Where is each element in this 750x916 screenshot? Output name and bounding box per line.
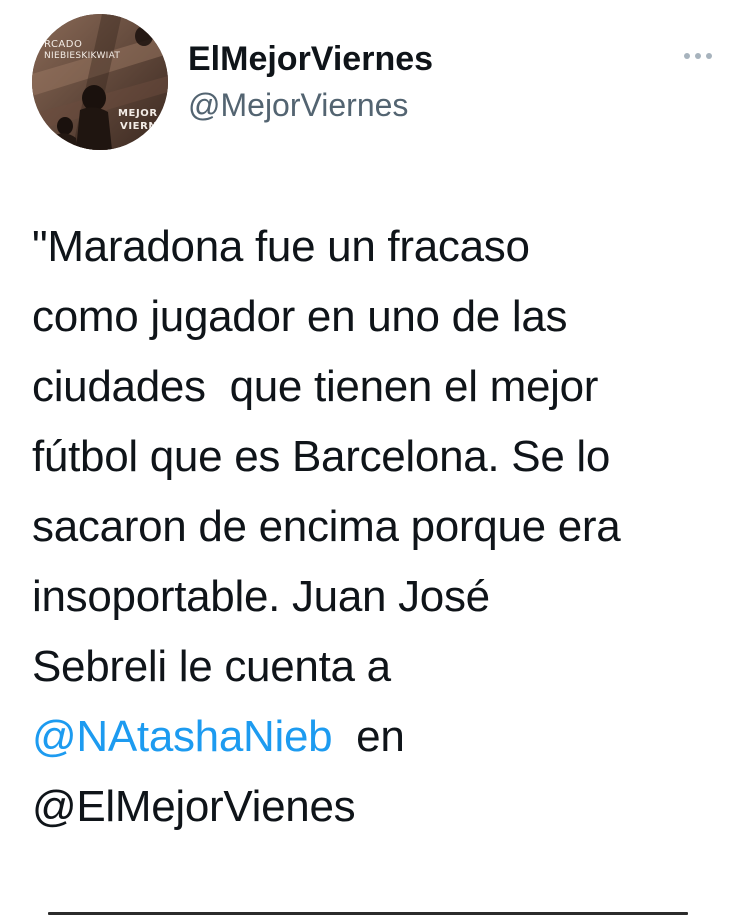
tweet-text-line: como jugador en uno de las bbox=[32, 292, 568, 341]
user-handle[interactable]: @MejorViernes bbox=[188, 84, 408, 126]
avatar-text-viern: VIERN bbox=[120, 121, 158, 132]
tweet-text-line: "Maradona fue un fracaso bbox=[32, 222, 530, 271]
avatar-text-mejor: MEJOR bbox=[118, 108, 158, 119]
avatar-text-subtitle: NIEBIESKIKWIAT bbox=[44, 51, 121, 61]
tweet-text-line: Sebreli le cuenta a bbox=[32, 642, 391, 691]
avatar[interactable]: RCADO NIEBIESKIKWIAT MEJOR VIERN bbox=[32, 14, 168, 150]
tweet-text-line: insoportable. Juan José bbox=[32, 572, 490, 621]
tweet-text-line: sacaron de encima porque era bbox=[32, 502, 621, 551]
tweet-text-line: @ElMejorVienes bbox=[32, 782, 356, 831]
tweet-text-line: fútbol que es Barcelona. Se lo bbox=[32, 432, 611, 481]
tweet-text: "Maradona fue un fracaso como jugador en… bbox=[32, 212, 732, 842]
display-name[interactable]: ElMejorViernes bbox=[188, 38, 433, 80]
more-horizontal-icon bbox=[684, 53, 690, 59]
divider bbox=[48, 912, 688, 915]
tweet: RCADO NIEBIESKIKWIAT MEJOR VIERN ElMejor… bbox=[0, 0, 750, 916]
more-options-button[interactable] bbox=[676, 42, 720, 70]
more-horizontal-icon-dot bbox=[706, 53, 712, 59]
tweet-text-line: ciudades que tienen el mejor bbox=[32, 362, 599, 411]
more-horizontal-icon-dot bbox=[695, 53, 701, 59]
mention-link[interactable]: @NAtashaNieb bbox=[32, 712, 333, 761]
tweet-text-line-mention: @NAtashaNieb en bbox=[32, 702, 732, 772]
tweet-text-fragment: en bbox=[332, 712, 405, 761]
avatar-text-top: RCADO bbox=[44, 39, 83, 50]
